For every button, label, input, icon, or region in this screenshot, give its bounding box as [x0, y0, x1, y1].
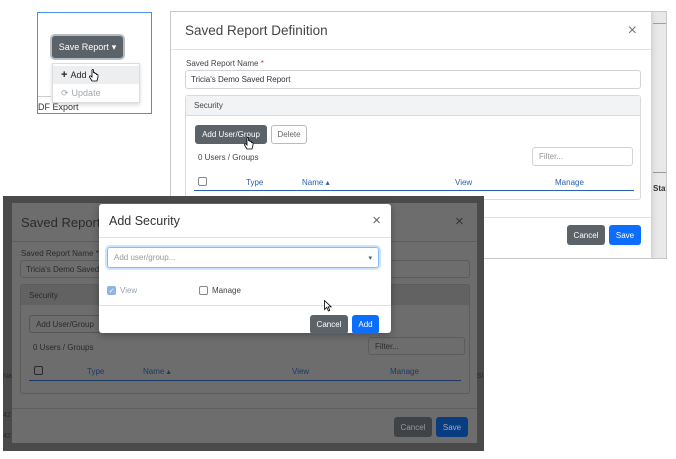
modal-header: Saved Report Definition × [171, 12, 651, 50]
select-all-checkbox[interactable] [198, 177, 207, 186]
report-name-label-text: Saved Report Name [186, 59, 259, 68]
dimmed-footer-divider [12, 408, 477, 409]
column-header-view[interactable]: View [455, 178, 472, 187]
column-header-type[interactable]: Type [246, 178, 263, 187]
add-user-group-button[interactable]: Add User/Group [195, 125, 267, 144]
pdf-export-label: DF Export [38, 102, 79, 112]
filter-input[interactable]: Filter... [532, 147, 633, 166]
plus-icon: + [61, 69, 68, 81]
dimmed-save-button: Save [436, 417, 468, 437]
dimmed-column-name: Name ▴ [143, 367, 171, 376]
background-text: 42 [3, 412, 11, 419]
refresh-icon: ⟳ [61, 87, 69, 98]
dimmed-column-type: Type [87, 367, 105, 376]
background-text: 42 [3, 433, 11, 440]
arrow-cursor-icon [324, 300, 332, 312]
dimmed-filter-input: Filter... [368, 337, 465, 355]
user-group-count: 0 Users / Groups [198, 153, 259, 162]
dimmed-user-group-count: 0 Users / Groups [33, 343, 94, 352]
background-divider [653, 172, 666, 173]
add-security-panel: Na Sl 42 42 Saved Report D × Saved Repor… [3, 196, 484, 451]
delete-button[interactable]: Delete [271, 125, 307, 144]
report-name-label: Saved Report Name * [186, 59, 264, 68]
close-icon: × [455, 213, 464, 230]
dialog-title: Add Security [109, 213, 180, 228]
save-report-label: Save Report [58, 42, 109, 52]
column-header-name[interactable]: Name ▴ [302, 178, 330, 187]
menu-item-update: ⟳ Update [53, 84, 139, 102]
manage-label: Manage [212, 286, 241, 295]
background-text: Na [3, 373, 12, 380]
background-text: Sl [477, 373, 484, 380]
security-header: Security [186, 96, 640, 116]
background-divider [653, 23, 666, 24]
view-checkbox[interactable]: ✓ View [107, 286, 137, 295]
hand-cursor-icon [244, 137, 254, 150]
dimmed-cancel-button: Cancel [394, 417, 432, 437]
menu-item-add-label: Add [70, 70, 87, 80]
checkbox-unchecked-icon [199, 286, 208, 295]
hand-cursor-icon [89, 69, 99, 82]
chevron-down-icon: ▾ [368, 255, 372, 262]
save-report-dropdown-panel: Save Report ▾ + Add ⟳ Update DF Export [37, 12, 152, 114]
manage-checkbox[interactable]: Manage [199, 286, 241, 295]
dimmed-select-all-checkbox [34, 366, 43, 375]
close-icon[interactable]: × [372, 212, 381, 229]
chevron-down-icon: ▾ [111, 41, 117, 52]
add-button[interactable]: Add [352, 315, 379, 334]
checkbox-checked-icon: ✓ [107, 286, 116, 295]
divider [38, 96, 51, 97]
save-button[interactable]: Save [609, 225, 641, 245]
view-label: View [120, 286, 138, 295]
close-icon[interactable]: × [628, 22, 637, 40]
dimmed-column-view: View [292, 367, 310, 376]
column-header-manage[interactable]: Manage [555, 178, 584, 187]
cancel-button[interactable]: Cancel [567, 225, 605, 245]
add-security-dialog: Add Security × Add user/group... ▾ ✓ Vie… [99, 204, 391, 334]
dimmed-table-underline [29, 380, 461, 381]
modal-title: Saved Report Definition [185, 23, 328, 38]
dialog-footer-divider [99, 305, 391, 306]
background-column-header: Stat [653, 184, 667, 193]
user-group-select-placeholder: Add user/group... [114, 253, 176, 262]
dimmed-add-user-group-button: Add User/Group [29, 315, 101, 333]
user-group-select[interactable]: Add user/group... ▾ [107, 247, 379, 268]
dialog-header: Add Security × [99, 204, 391, 238]
save-report-button[interactable]: Save Report ▾ [52, 36, 123, 58]
report-name-input[interactable]: Tricia's Demo Saved Report [185, 70, 641, 89]
menu-item-update-label: Update [71, 88, 101, 98]
cancel-button[interactable]: Cancel [310, 315, 348, 334]
required-mark: * [260, 59, 264, 68]
dimmed-report-name-label-text: Saved Report Name [21, 249, 94, 258]
table-header-underline [194, 190, 634, 191]
dimmed-report-name-label: Saved Report Name * [21, 249, 99, 258]
dimmed-column-manage: Manage [390, 367, 419, 376]
security-section: Security Add User/Group Delete 0 Users /… [185, 95, 641, 200]
